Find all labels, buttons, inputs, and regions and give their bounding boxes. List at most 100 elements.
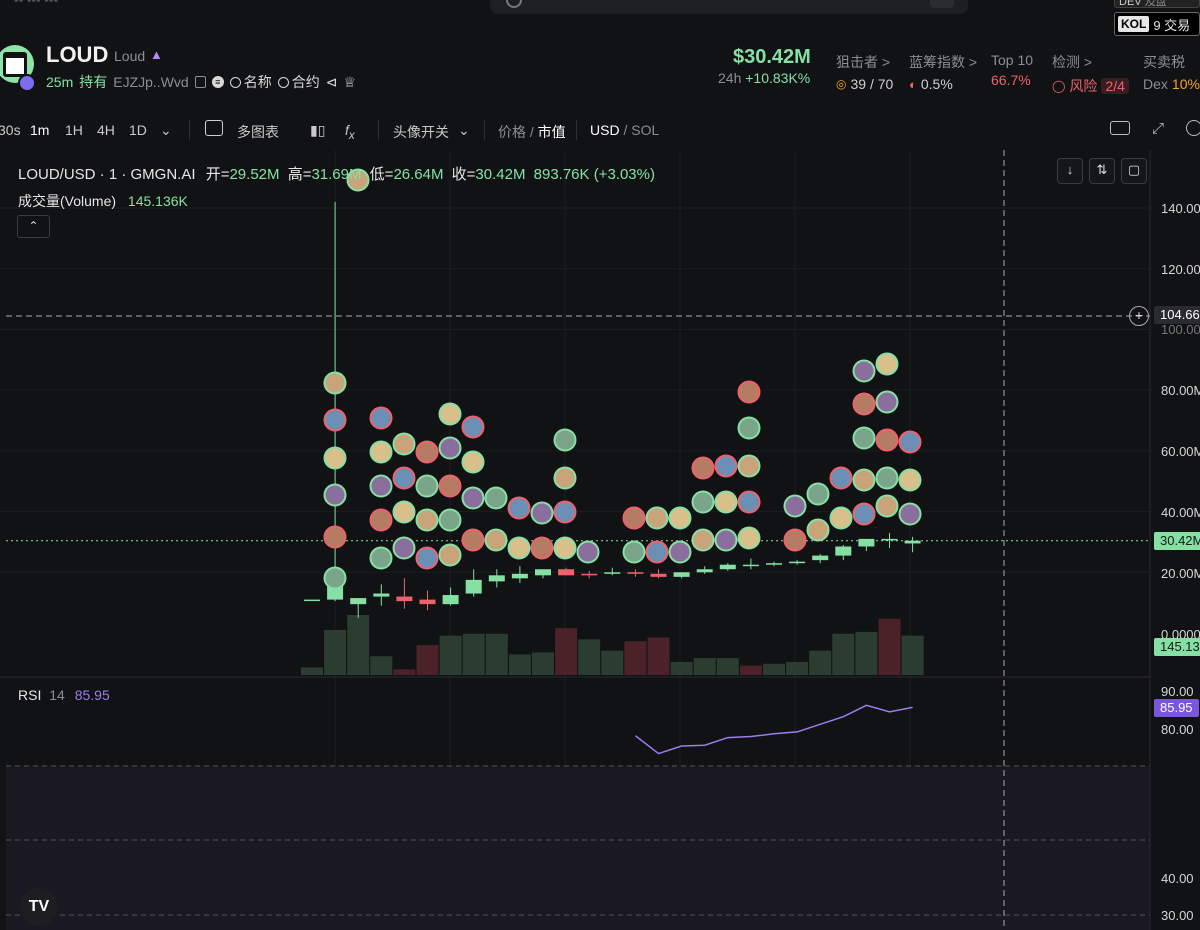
snipers-stat[interactable]: 狙击者 > ◎ 39 / 70	[836, 52, 893, 92]
trader-avatar	[438, 508, 462, 532]
tax-stat[interactable]: 买卖税 Dex 10%	[1143, 52, 1200, 92]
trader-avatar	[415, 474, 439, 498]
divider	[576, 120, 577, 140]
top-nav-fragment[interactable]: ▪▪ ▪▪▪ ▪▪▪	[14, 0, 58, 7]
price-tick: 140.00M	[1161, 201, 1200, 216]
trader-avatar	[392, 466, 416, 490]
dev-badge[interactable]: DEV 及盘	[1114, 0, 1200, 8]
rsi-tick: 30.00	[1161, 908, 1194, 923]
multi-chart-button[interactable]: 多图表	[237, 122, 279, 142]
arrow-down-icon[interactable]: ↓	[1057, 158, 1083, 184]
chevron-down-icon[interactable]: ⌄	[458, 122, 470, 139]
trader-avatar	[323, 371, 347, 395]
interval-4h[interactable]: 4H	[97, 122, 115, 138]
top10-stat[interactable]: Top 10 66.7%	[991, 52, 1033, 88]
volume-bar	[485, 633, 508, 675]
crosshair-price-tag: 104.66	[1154, 306, 1200, 324]
trader-avatar	[323, 483, 347, 507]
trader-avatar	[484, 528, 508, 552]
collapse-legend-button[interactable]: ⌃	[17, 215, 50, 238]
fullscreen-icon[interactable]: ⤢	[1152, 120, 1164, 137]
contract-search-link[interactable]: 合约	[277, 72, 320, 92]
interval-1d[interactable]: 1D	[129, 122, 147, 138]
trader-avatar	[323, 446, 347, 470]
volume-legend: 成交量(Volume) 145.136K	[18, 193, 188, 209]
tradingview-logo[interactable]: TV	[20, 888, 58, 926]
volume-bar	[716, 658, 739, 675]
search-input[interactable]	[490, 0, 968, 14]
divider	[484, 120, 485, 140]
candle-style-icon[interactable]: ▮▯	[310, 122, 325, 139]
trader-avatar	[875, 466, 899, 490]
trader-avatar	[392, 432, 416, 456]
trader-avatar	[783, 494, 807, 518]
interval-30s[interactable]: 30s	[0, 122, 21, 138]
trader-avatar	[783, 528, 807, 552]
crown-icon[interactable]: ♕	[343, 74, 356, 91]
copy-icon[interactable]	[194, 76, 206, 88]
avatar-toggle[interactable]: 头像开关	[393, 122, 449, 142]
hold-label: 持有	[79, 74, 108, 90]
volume-bar	[809, 650, 832, 675]
volume-bar	[878, 618, 901, 675]
trader-avatar	[875, 428, 899, 452]
search-icon	[506, 0, 522, 8]
volume-bar	[393, 669, 416, 675]
price-tick: 20.00M	[1161, 566, 1200, 581]
candle-body	[789, 561, 806, 564]
trader-avatar	[461, 415, 485, 439]
risk-check-stat[interactable]: 检测 > ◯ 风险 2/4	[1052, 52, 1129, 96]
rsi-band	[6, 766, 1150, 930]
add-alert-icon[interactable]: +	[1129, 306, 1149, 326]
gear-icon[interactable]	[1186, 120, 1200, 136]
kol-badge[interactable]: KOL 9 交易	[1114, 12, 1200, 36]
maximize-pane-icon[interactable]: ▢	[1121, 158, 1147, 184]
volume-bar	[578, 639, 601, 675]
trader-avatar	[622, 540, 646, 564]
trader-avatar	[530, 536, 554, 560]
token-name: Loud	[114, 48, 146, 64]
volume-bar	[555, 628, 578, 675]
candle-body	[904, 540, 921, 544]
name-search-link[interactable]: 名称	[229, 72, 272, 92]
candle-body	[627, 572, 644, 574]
current-price-tag: 30.42M	[1154, 532, 1200, 550]
interval-1h[interactable]: 1H	[65, 122, 83, 138]
trader-avatar	[415, 546, 439, 570]
trader-avatar	[369, 474, 393, 498]
volume-bar	[763, 663, 785, 675]
price-tick: 120.00M	[1161, 262, 1200, 277]
trader-avatar	[852, 392, 876, 416]
trader-avatar	[737, 526, 761, 550]
indicators-icon[interactable]: fx	[345, 122, 355, 142]
trader-avatar	[507, 536, 531, 560]
trader-avatar	[530, 501, 554, 525]
price-mcap-toggle[interactable]: 价格 / 市值	[498, 122, 566, 142]
trader-avatar	[668, 540, 692, 564]
currency-toggle[interactable]: USD / SOL	[590, 122, 659, 138]
bluechip-stat[interactable]: 蓝筹指数 > ◐ 0.5%	[909, 52, 977, 92]
add-chart-icon[interactable]	[205, 120, 223, 136]
volume-bar	[739, 665, 762, 675]
token-address[interactable]: EJZJp..Wvd	[113, 74, 188, 90]
solscan-icon[interactable]: ≡	[211, 76, 224, 88]
chevron-down-icon[interactable]: ⌄	[160, 122, 172, 139]
trader-avatar	[461, 486, 485, 510]
trader-avatar	[461, 528, 485, 552]
trader-avatar	[829, 466, 853, 490]
price-tick: 100.00M	[1161, 322, 1200, 337]
camera-icon[interactable]	[1110, 121, 1130, 135]
trader-avatar	[852, 359, 876, 383]
trader-avatar	[645, 540, 669, 564]
collapse-icon[interactable]: ⇅	[1089, 158, 1115, 184]
trader-avatar	[438, 474, 462, 498]
share-icon[interactable]: ⊲	[326, 74, 338, 91]
candle-body	[742, 564, 759, 567]
volume-bar	[693, 658, 716, 675]
interval-1m[interactable]: 1m	[30, 122, 49, 138]
price-chart[interactable]	[0, 150, 1200, 930]
trader-avatar	[898, 468, 922, 492]
token-subrow: 25m 持有 EJZJp..Wvd ≡ 名称 合约 ⊲ ♕	[46, 72, 356, 92]
candle-body	[373, 593, 390, 597]
trader-avatar	[369, 440, 393, 464]
